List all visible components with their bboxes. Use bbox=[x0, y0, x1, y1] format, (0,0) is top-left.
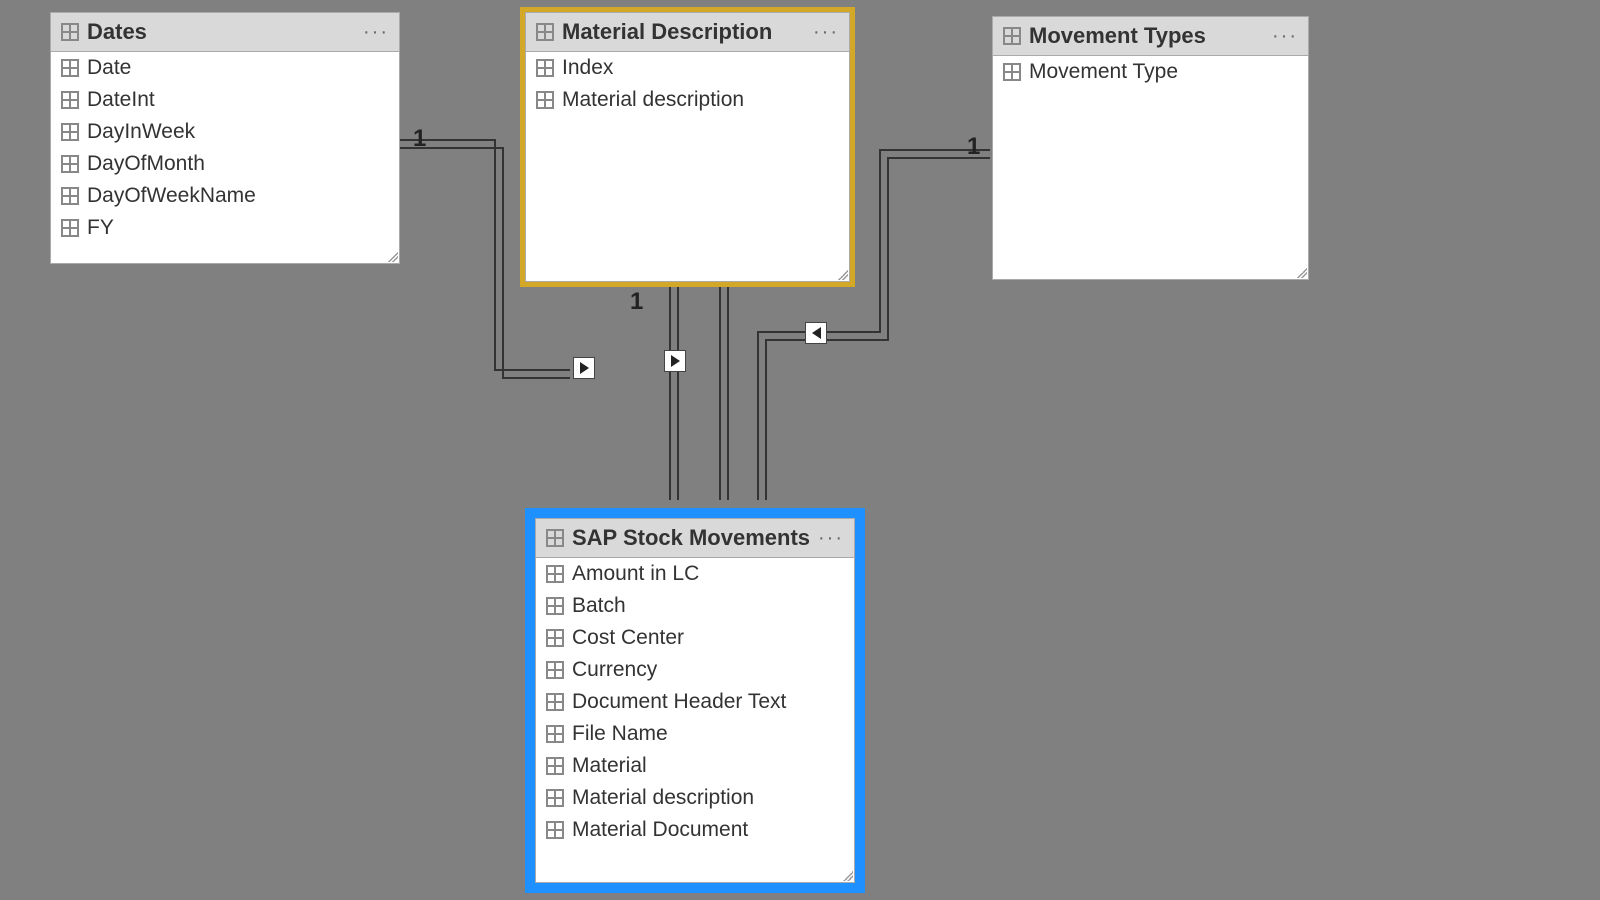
resize-handle[interactable] bbox=[843, 871, 853, 881]
column-icon bbox=[546, 789, 564, 807]
table-title: SAP Stock Movements bbox=[572, 525, 810, 551]
cardinality-material: 1 bbox=[630, 288, 643, 316]
filter-direction-movement[interactable] bbox=[805, 322, 827, 344]
cardinality-dates: 1 bbox=[413, 125, 426, 153]
field-item[interactable]: DayInWeek bbox=[51, 116, 399, 148]
field-item[interactable]: Material description bbox=[526, 84, 849, 116]
filter-direction-dates[interactable] bbox=[573, 357, 595, 379]
column-icon bbox=[546, 597, 564, 615]
field-item[interactable]: Document Header Text bbox=[536, 686, 854, 718]
field-item[interactable]: File Name bbox=[536, 718, 854, 750]
resize-handle[interactable] bbox=[838, 270, 848, 280]
table-header-dates[interactable]: Dates ··· bbox=[51, 13, 399, 52]
field-item[interactable]: DayOfWeekName bbox=[51, 180, 399, 212]
column-icon bbox=[546, 757, 564, 775]
table-icon bbox=[1003, 27, 1021, 45]
more-options-icon[interactable]: ··· bbox=[1272, 25, 1298, 48]
table-sap-stock-movements[interactable]: SAP Stock Movements ··· Amount in LC Bat… bbox=[535, 518, 855, 883]
field-item[interactable]: Material Document bbox=[536, 814, 854, 846]
column-icon bbox=[61, 59, 79, 77]
column-icon bbox=[546, 725, 564, 743]
column-icon bbox=[546, 821, 564, 839]
field-item[interactable]: Material description bbox=[536, 782, 854, 814]
field-item[interactable]: Date bbox=[51, 52, 399, 84]
column-icon bbox=[546, 629, 564, 647]
table-movement-types[interactable]: Movement Types ··· Movement Type bbox=[992, 16, 1309, 280]
field-item[interactable]: DayOfMonth bbox=[51, 148, 399, 180]
column-icon bbox=[546, 565, 564, 583]
field-item[interactable]: Currency bbox=[536, 654, 854, 686]
table-header-sap[interactable]: SAP Stock Movements ··· bbox=[536, 519, 854, 558]
column-icon bbox=[61, 187, 79, 205]
column-icon bbox=[61, 123, 79, 141]
column-icon bbox=[61, 155, 79, 173]
field-list-material[interactable]: Index Material description bbox=[526, 52, 849, 281]
column-icon bbox=[546, 661, 564, 679]
filter-direction-material[interactable] bbox=[664, 350, 686, 372]
table-header-movement[interactable]: Movement Types ··· bbox=[993, 17, 1308, 56]
field-item[interactable]: DateInt bbox=[51, 84, 399, 116]
column-icon bbox=[61, 91, 79, 109]
table-title: Dates bbox=[87, 19, 355, 45]
column-icon bbox=[61, 219, 79, 237]
field-item[interactable]: Cost Center bbox=[536, 622, 854, 654]
field-item[interactable]: Material bbox=[536, 750, 854, 782]
field-list-movement[interactable]: Movement Type bbox=[993, 56, 1308, 279]
field-item[interactable]: Amount in LC bbox=[536, 558, 854, 590]
field-item[interactable]: Index bbox=[526, 52, 849, 84]
resize-handle[interactable] bbox=[388, 252, 398, 262]
more-options-icon[interactable]: ··· bbox=[818, 527, 844, 550]
column-icon bbox=[546, 693, 564, 711]
table-header-material[interactable]: Material Description ··· bbox=[526, 13, 849, 52]
table-icon bbox=[61, 23, 79, 41]
cardinality-movement: 1 bbox=[967, 133, 980, 161]
table-dates[interactable]: Dates ··· Date DateInt DayInWeek DayOfMo… bbox=[50, 12, 400, 264]
table-icon bbox=[546, 529, 564, 547]
table-title: Movement Types bbox=[1029, 23, 1264, 49]
field-list-sap[interactable]: Amount in LC Batch Cost Center Currency … bbox=[536, 558, 854, 882]
table-material-description[interactable]: Material Description ··· Index Material … bbox=[525, 12, 850, 282]
field-item[interactable]: Batch bbox=[536, 590, 854, 622]
table-icon bbox=[536, 23, 554, 41]
more-options-icon[interactable]: ··· bbox=[813, 21, 839, 44]
field-list-dates[interactable]: Date DateInt DayInWeek DayOfMonth DayOfW… bbox=[51, 52, 399, 263]
field-item[interactable]: FY bbox=[51, 212, 399, 244]
table-title: Material Description bbox=[562, 19, 805, 45]
field-item[interactable]: Movement Type bbox=[993, 56, 1308, 88]
column-icon bbox=[536, 59, 554, 77]
more-options-icon[interactable]: ··· bbox=[363, 21, 389, 44]
column-icon bbox=[536, 91, 554, 109]
column-icon bbox=[1003, 63, 1021, 81]
resize-handle[interactable] bbox=[1297, 268, 1307, 278]
